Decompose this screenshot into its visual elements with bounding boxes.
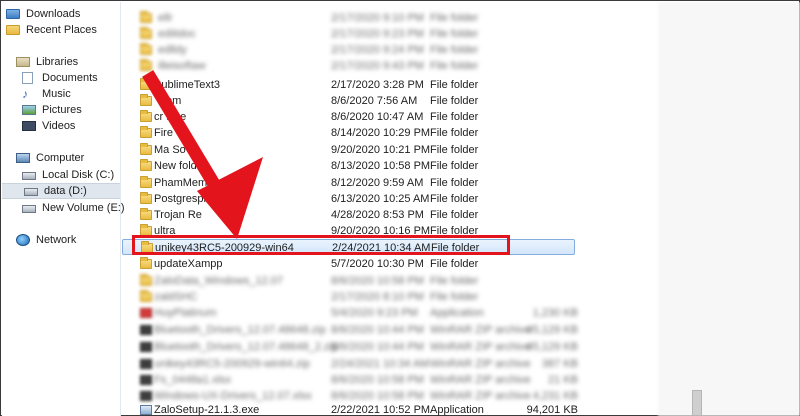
nav-item-new-volume-e[interactable]: New Volume (E:)	[22, 200, 125, 216]
nav-item-label: Downloads	[26, 8, 81, 20]
pictures-icon	[22, 105, 36, 115]
list-item[interactable]: PhamMem 8/12/2020 9:59 AM File folder	[122, 175, 800, 191]
navigation-pane: Downloads Recent Places Libraries Docume…	[2, 2, 125, 416]
archive-icon	[140, 342, 152, 352]
list-item[interactable]: edlldy 2/17/2020 9:24 PM File folder	[122, 42, 800, 58]
explorer-window: Downloads Recent Places Libraries Docume…	[0, 0, 800, 416]
list-item[interactable]: zaldSHC 2/17/2020 8:10 PM File folder	[122, 289, 800, 305]
downloads-folder-icon	[6, 9, 20, 19]
nav-item-pictures[interactable]: Pictures	[22, 102, 82, 118]
folder-icon	[140, 78, 152, 90]
folder-icon	[140, 59, 152, 71]
folder-icon	[140, 176, 152, 188]
list-item[interactable]: illeisoftaw 2/17/2020 9:43 PM File folde…	[122, 58, 800, 74]
folder-icon	[140, 11, 152, 23]
folder-icon	[140, 274, 152, 286]
nav-item-label: Documents	[42, 72, 98, 84]
list-item[interactable]: ZaloData_Windows_12.07 8/6/2020 10:58 PM…	[122, 273, 800, 289]
highlight-box	[132, 235, 510, 255]
nav-item-documents[interactable]: Documents	[22, 70, 98, 86]
application-icon	[140, 308, 152, 318]
file-list: ellr 2/17/2020 9:10 PM File folder ediit…	[122, 2, 800, 416]
music-icon: ♪	[22, 87, 28, 101]
nav-item-label: Network	[36, 234, 77, 246]
application-icon	[140, 405, 152, 415]
list-item[interactable]: Fs_0448a1.xlsx 8/6/2020 10:58 PM WinRAR …	[122, 372, 800, 388]
nav-item-label: Recent Places	[26, 24, 97, 36]
folder-icon	[140, 257, 152, 269]
nav-item-label: Libraries	[36, 56, 79, 68]
folder-icon	[140, 43, 152, 55]
nav-item-label: Pictures	[42, 104, 82, 116]
list-item[interactable]: Bluetooth_Drivers_12.07.48648_2.zip 8/6/…	[122, 339, 800, 355]
nav-item-libraries[interactable]: Libraries	[16, 54, 78, 70]
folder-icon	[140, 290, 152, 302]
list-item[interactable]: cr ffice 8/6/2020 10:47 AM File folder	[122, 109, 800, 125]
scrollbar-thumb[interactable]	[692, 390, 702, 416]
nav-item-computer[interactable]: Computer	[16, 150, 84, 166]
nav-item-videos[interactable]: Videos	[22, 118, 75, 134]
list-item[interactable]: Bluetooth_Drivers_12.07.48648.zip 8/6/20…	[122, 322, 800, 338]
list-item[interactable]: Trojan Re 4/28/2020 8:53 PM File folder	[122, 207, 800, 223]
archive-icon	[140, 375, 152, 385]
videos-icon	[22, 121, 36, 131]
folder-icon	[140, 27, 152, 39]
list-item[interactable]: om 8/6/2020 7:56 AM File folder	[122, 93, 800, 109]
list-item[interactable]: Fire 8/14/2020 10:29 PM File folder	[122, 125, 800, 141]
nav-item-label: Music	[42, 88, 71, 100]
list-item[interactable]: New fold 8/13/2020 10:58 PM File folder	[122, 158, 800, 174]
documents-icon	[22, 72, 33, 84]
folder-icon	[140, 110, 152, 122]
nav-item-label: New Volume (E:)	[42, 202, 125, 214]
list-item[interactable]: HuyPlatinum 5/4/2020 9:23 PM Application…	[122, 305, 800, 321]
folder-icon	[140, 143, 152, 155]
drive-icon	[22, 205, 36, 213]
nav-item-label: Local Disk (C:)	[42, 169, 115, 181]
nav-item-label: data (D:)	[44, 185, 87, 197]
archive-icon	[140, 325, 152, 335]
list-item[interactable]: Ma So 9/20/2020 10:21 PM File folder	[122, 142, 800, 158]
folder-icon	[140, 94, 152, 106]
network-icon	[16, 234, 30, 246]
nav-item-recent-places[interactable]: Recent Places	[6, 22, 97, 38]
folder-icon	[140, 208, 152, 220]
folder-icon	[140, 159, 152, 171]
list-item[interactable]: updateXampp 5/7/2020 10:30 PM File folde…	[122, 256, 800, 272]
archive-icon	[140, 359, 152, 369]
list-item[interactable]: Postgrespl 6/13/2020 10:25 AM File folde…	[122, 191, 800, 207]
nav-item-local-disk-c[interactable]: Local Disk (C:)	[22, 167, 114, 183]
nav-item-label: Videos	[42, 120, 76, 132]
nav-item-data-d[interactable]: data (D:)	[2, 183, 120, 199]
list-item[interactable]: ellr 2/17/2020 9:10 PM File folder	[122, 10, 800, 26]
folder-icon	[140, 192, 152, 204]
drive-icon	[22, 172, 36, 180]
list-item[interactable]: SublimeText3 2/17/2020 3:28 PM File fold…	[122, 77, 800, 93]
nav-item-music[interactable]: ♪ Music	[22, 86, 71, 102]
list-item[interactable]: unikey43RC5-200929-win64.zip 2/24/2021 1…	[122, 356, 800, 372]
archive-icon	[140, 391, 152, 401]
drive-icon	[24, 188, 38, 196]
list-item[interactable]: ediitdoc 2/17/2020 9:23 PM File folder	[122, 26, 800, 42]
computer-icon	[16, 153, 30, 163]
libraries-icon	[16, 57, 30, 67]
nav-item-label: Computer	[36, 152, 85, 164]
recent-places-icon	[6, 25, 20, 35]
folder-icon	[140, 126, 152, 138]
nav-item-downloads[interactable]: Downloads	[6, 6, 80, 22]
nav-item-network[interactable]: Network	[16, 232, 76, 248]
